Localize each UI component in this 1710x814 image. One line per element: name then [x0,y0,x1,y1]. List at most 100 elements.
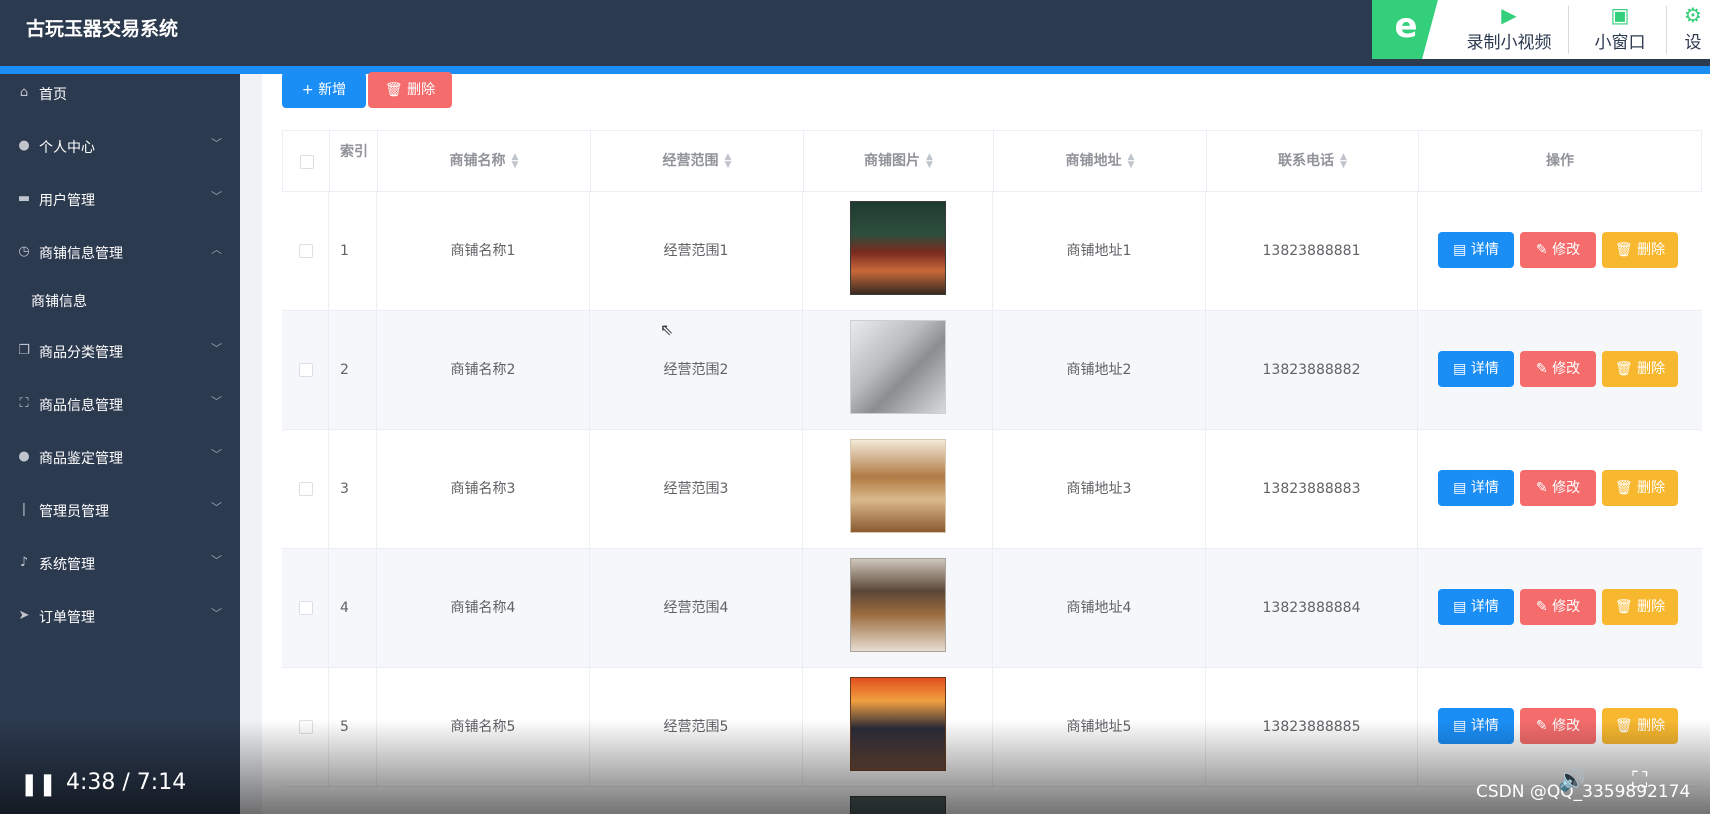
sidebar-item-category[interactable]: ❐ 商品分类管理 ﹀ [0,332,240,372]
video-camera-icon: ▶ [1501,3,1517,27]
pause-icon[interactable]: ❚❚ [20,772,57,797]
sidebar-item-appraisal[interactable]: ● 商品鉴定管理 ﹀ [0,438,240,478]
volume-icon[interactable]: 🔊 [1558,768,1585,793]
chevron-down-icon: ﹀ [211,501,222,514]
sidebar-item-system[interactable]: ♪ 系统管理 ﹀ [0,544,240,584]
detail-label: 详情 [1470,599,1499,615]
record-video-button[interactable]: ▶ 录制小视频 [1454,2,1564,57]
row-checkbox[interactable] [299,601,313,615]
sidebar-item-label: 商品分类管理 [39,345,123,361]
delete-button[interactable]: 🗑 删除 [1602,351,1678,387]
gear-icon: ⚙ [1684,3,1702,27]
sidebar-item-label: 商品鉴定管理 [39,451,123,467]
column-header-address[interactable]: 商铺地址 ▲ ▼ [994,131,1207,191]
detail-button[interactable]: ▤ 详情 [1438,351,1514,387]
select-all-checkbox[interactable] [300,155,314,169]
delete-label: 删除 [1637,361,1666,377]
mouse-cursor-icon: ⇖ [660,320,674,339]
sidebar-item-orders[interactable]: ➤ 订单管理 ﹀ [0,597,240,637]
shop-image[interactable] [850,320,946,414]
shop-image[interactable] [850,558,946,652]
row-checkbox[interactable] [299,482,313,496]
detail-label: 详情 [1470,361,1499,377]
sort-icon[interactable]: ▲ ▼ [512,153,519,170]
edit-label: 修改 [1552,361,1581,377]
shop-name: 商铺名称3 [377,430,590,548]
clock-icon: ◷ [18,244,30,259]
table-row: 4 商铺名称4 经营范围4 商铺地址4 13823888884 ▤ 详情 ✎ 修… [282,549,1702,668]
shop-address: 商铺地址1 [993,192,1206,310]
column-header-scope[interactable]: 经营范围 ▲ ▼ [591,131,804,191]
sidebar-subitem-shop-info[interactable]: 商铺信息 [0,281,240,321]
sidebar-item-shop-info[interactable]: ◷ 商铺信息管理 ︿ [0,233,240,273]
fullscreen-icon[interactable]: ⛶ [1632,768,1647,793]
shop-image[interactable] [850,439,946,533]
shop-phone: 13823888884 [1206,549,1418,667]
row-select-cell [282,192,329,310]
column-header-label: 经营范围 [662,153,719,169]
sort-icon[interactable]: ▲ ▼ [1128,153,1135,170]
frame-icon: ⛶ [19,396,29,411]
business-scope: 经营范围2 [590,311,803,429]
row-select-cell [282,549,329,667]
sidebar-item-admins[interactable]: ❘ 管理员管理 ﹀ [0,491,240,531]
sort-icon[interactable]: ▲ ▼ [926,153,933,170]
edit-label: 修改 [1552,599,1581,615]
tv-icon: ▣ [1610,3,1630,27]
column-header-image[interactable]: 商铺图片 ▲ ▼ [804,131,994,191]
screen-recorder-toolbar: e ▶ 录制小视频 ▣ 小窗口 ⚙ 设 [1372,0,1710,59]
sort-icon[interactable]: ▲ ▼ [725,153,732,170]
pencil-icon: ✎ [1535,599,1553,615]
sidebar-item-users[interactable]: ▬ 用户管理 ﹀ [0,180,240,220]
settings-button[interactable]: ⚙ 设 [1676,2,1710,57]
column-header-label: 商铺地址 [1065,153,1122,169]
chevron-down-icon: ﹀ [211,342,222,355]
edit-button[interactable]: ✎ 修改 [1520,470,1596,506]
header-accent-bar [0,66,1710,74]
column-header-name[interactable]: 商铺名称 ▲ ▼ [378,131,591,191]
detail-button[interactable]: ▤ 详情 [1438,589,1514,625]
delete-button[interactable]: 🗑 删除 [1602,232,1678,268]
edit-button[interactable]: ✎ 修改 [1520,351,1596,387]
app-title: 古玩玉器交易系统 [26,18,179,40]
sidebar-item-label: 首页 [39,87,67,103]
sidebar-item-home[interactable]: ⌂ 首页 [0,74,240,114]
edit-button[interactable]: ✎ 修改 [1520,589,1596,625]
delete-label: 删除 [1637,480,1666,496]
shop-phone: 13823888883 [1206,430,1418,548]
row-checkbox[interactable] [299,244,313,258]
business-scope: 经营范围4 [590,549,803,667]
row-checkbox[interactable] [299,363,313,377]
delete-label: 删除 [1637,599,1666,615]
shop-name: 商铺名称1 [377,192,590,310]
column-header-label: 商铺名称 [449,153,506,169]
sidebar-item-profile[interactable]: ● 个人中心 ﹀ [0,127,240,167]
detail-button[interactable]: ▤ 详情 [1438,470,1514,506]
business-scope: 经营范围1 [590,192,803,310]
user-icon: ● [18,138,30,153]
toolbar-divider [1568,6,1569,54]
edit-button[interactable]: ✎ 修改 [1520,232,1596,268]
row-index: 2 [329,311,377,429]
column-header-ops: 操作 [1546,153,1574,169]
mini-window-button[interactable]: ▣ 小窗口 [1578,2,1662,57]
detail-label: 详情 [1470,480,1499,496]
sort-icon[interactable]: ▲ ▼ [1340,153,1347,170]
batch-delete-label: 删除 [407,82,436,98]
shop-image-cell [803,311,993,429]
sidebar-item-label: 用户管理 [39,193,95,209]
delete-button[interactable]: 🗑 删除 [1602,470,1678,506]
document-icon: ▤ [1453,599,1471,615]
sidebar-item-label: 系统管理 [39,557,95,573]
batch-delete-button[interactable]: 🗑 删除 [368,72,452,108]
detail-button[interactable]: ▤ 详情 [1438,232,1514,268]
shop-image[interactable] [850,201,946,295]
sidebar: ⌂ 首页 ● 个人中心 ﹀ ▬ 用户管理 ﹀ ◷ 商铺信息管理 ︿ 商铺信息 ❐… [0,74,240,814]
sidebar-item-products[interactable]: ⛶ 商品信息管理 ﹀ [0,385,240,425]
delete-button[interactable]: 🗑 删除 [1602,589,1678,625]
sidebar-item-label: 商品信息管理 [39,398,123,414]
row-index: 3 [329,430,377,548]
shop-phone: 13823888882 [1206,311,1418,429]
column-header-phone[interactable]: 联系电话 ▲ ▼ [1207,131,1419,191]
add-button[interactable]: + 新增 [282,72,366,108]
